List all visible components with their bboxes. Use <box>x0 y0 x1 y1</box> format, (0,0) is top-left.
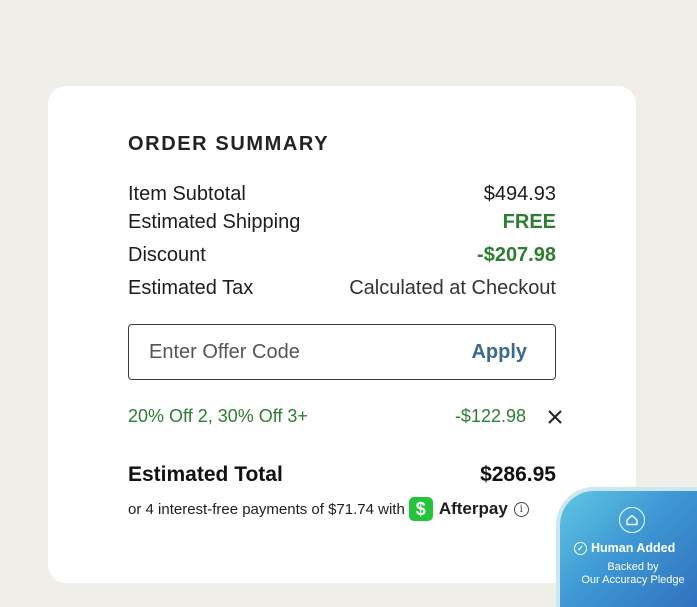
close-icon[interactable] <box>546 408 564 426</box>
order-summary-card: ORDER SUMMARY Item Subtotal $494.93 Esti… <box>48 86 636 583</box>
estimated-total-row: Estimated Total $286.95 <box>128 463 556 487</box>
afterpay-logo: Afterpay <box>438 499 508 518</box>
estimated-tax-label: Estimated Tax <box>128 277 254 299</box>
cash-app-icon: $ <box>408 497 433 521</box>
estimated-total-value: $286.95 <box>480 463 556 486</box>
offer-code-box: Apply <box>128 324 556 380</box>
discount-label: Discount <box>128 244 206 266</box>
human-added-badge[interactable]: ✓ Human Added Backed by Our Accuracy Ple… <box>556 487 697 607</box>
item-subtotal-row: Item Subtotal $494.93 <box>128 183 556 206</box>
badge-subtitle: Backed by Our Accuracy Pledge <box>560 561 697 587</box>
discount-row: Discount -$207.98 <box>128 244 556 267</box>
item-subtotal-value: $494.93 <box>483 183 556 205</box>
afterpay-text: or 4 interest-free payments of $71.74 wi… <box>128 500 405 518</box>
badge-line-2: Our Accuracy Pledge <box>581 574 685 586</box>
estimated-tax-value: Calculated at Checkout <box>349 277 556 299</box>
info-icon[interactable]: i <box>513 501 529 517</box>
discount-value: -$207.98 <box>477 244 556 266</box>
estimated-shipping-value: FREE <box>502 211 556 233</box>
promo-amount-group: -$122.98 <box>455 406 564 427</box>
item-subtotal-label: Item Subtotal <box>128 183 246 205</box>
badge-line-1: Backed by <box>607 561 659 573</box>
estimated-shipping-label: Estimated Shipping <box>128 211 301 233</box>
promo-name: 20% Off 2, 30% Off 3+ <box>128 406 308 426</box>
check-icon: ✓ <box>574 541 587 555</box>
estimated-tax-row: Estimated Tax Calculated at Checkout <box>128 277 556 300</box>
badge-title-row: ✓ Human Added <box>574 541 675 555</box>
afterpay-line: or 4 interest-free payments of $71.74 wi… <box>128 497 529 521</box>
apply-button[interactable]: Apply <box>465 340 555 365</box>
offer-code-input[interactable] <box>129 339 451 365</box>
estimated-shipping-row: Estimated Shipping FREE <box>128 211 556 234</box>
applied-promo: 20% Off 2, 30% Off 3+ -$122.98 <box>128 406 564 427</box>
order-summary-title: ORDER SUMMARY <box>128 133 330 155</box>
badge-title: Human Added <box>591 541 676 555</box>
estimated-total-label: Estimated Total <box>128 463 283 486</box>
home-icon <box>619 507 645 533</box>
promo-amount: -$122.98 <box>454 406 526 426</box>
